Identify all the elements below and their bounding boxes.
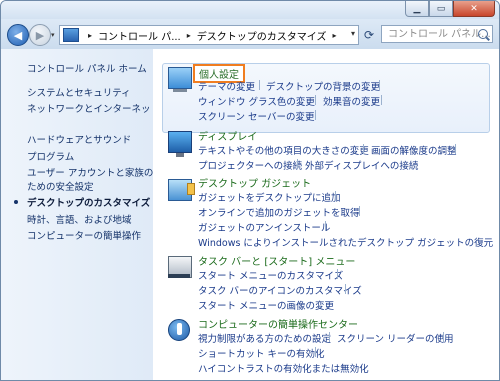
control-panel-icon — [63, 28, 79, 42]
link-customize-start-menu[interactable]: スタート メニューのカスタマイズ — [198, 268, 343, 282]
gadget-icon[interactable] — [168, 179, 195, 201]
back-button[interactable]: ◀ — [7, 24, 29, 46]
title-bar: ▁ ▭ ✕ — [1, 1, 499, 19]
recent-pages-dropdown[interactable]: ▾ — [51, 31, 55, 39]
gadgets-heading[interactable]: デスクトップ ガジェット — [198, 175, 311, 190]
link-window-glass-color[interactable]: ウィンドウ グラス色の変更 — [198, 94, 315, 108]
current-item-bullet — [14, 200, 18, 204]
taskbar-icon[interactable] — [168, 256, 192, 278]
link-shortcut-keys[interactable]: ショートカット キーの有効化 — [198, 346, 325, 360]
ease-of-access-icon[interactable] — [168, 319, 190, 341]
caption-buttons: ▁ ▭ ✕ — [405, 1, 495, 17]
sidebar-item-system-security[interactable]: システムとセキュリティ — [27, 85, 131, 99]
link-screen-resolution[interactable]: 画面の解像度の調整 — [371, 143, 457, 157]
sidebar-item-programs[interactable]: プログラム — [27, 149, 74, 163]
link-projector[interactable]: プロジェクターへの接続 — [198, 158, 302, 172]
breadcrumb-separator[interactable]: ▸ — [88, 31, 92, 40]
control-panel-window: ▁ ▭ ✕ ◀ ▶ ▾ ▸ コントロール パ... ▸ デスクトップのカスタマイ… — [0, 0, 500, 381]
taskbar-heading[interactable]: タスク バーと [スタート] メニュー — [198, 253, 355, 268]
link-vision-settings[interactable]: 視力制限がある方のための設定 — [198, 331, 331, 345]
link-separator — [363, 144, 364, 154]
ease-of-access-heading[interactable]: コンピューターの簡単操作センター — [198, 316, 358, 331]
link-screen-reader[interactable]: スクリーン リーダーの使用 — [337, 331, 454, 345]
link-change-background[interactable]: デスクトップの背景の変更 — [266, 79, 380, 93]
breadcrumb-separator[interactable]: ▸ — [187, 31, 191, 40]
sidebar-item-user-accounts[interactable]: ユーザー アカウントと家族の — [27, 165, 153, 179]
link-separator — [337, 269, 338, 279]
sidebar-item-user-accounts-line2[interactable]: ための安全設定 — [27, 179, 94, 193]
sidebar-item-hardware-sound[interactable]: ハードウェアとサウンド — [27, 132, 131, 146]
link-separator — [443, 332, 444, 342]
link-text-size[interactable]: テキストやその他の項目の大きさの変更 — [198, 143, 369, 157]
link-separator — [259, 80, 260, 90]
link-separator — [315, 347, 316, 357]
link-separator — [325, 221, 326, 231]
breadcrumb-desktop-customization[interactable]: デスクトップのカスタマイズ — [197, 28, 327, 43]
navigation-bar: ◀ ▶ ▾ ▸ コントロール パ... ▸ デスクトップのカスタマイズ ▸ ▾ … — [1, 19, 499, 49]
display-icon[interactable] — [168, 131, 192, 157]
link-get-gadgets-online[interactable]: オンラインで追加のガジェットを取得 — [198, 205, 360, 219]
link-separator — [329, 332, 330, 342]
sidebar-item-ease-of-access[interactable]: コンピューターの簡単操作 — [27, 228, 141, 242]
link-separator — [315, 110, 316, 120]
refresh-button[interactable]: ⟳ — [361, 28, 377, 42]
link-external-display[interactable]: 外部ディスプレイへの接続 — [305, 158, 418, 172]
link-separator — [335, 191, 336, 201]
close-button[interactable]: ✕ — [453, 1, 495, 17]
sidebar-item-network[interactable]: ネットワークとインターネット — [27, 101, 160, 115]
forward-button[interactable]: ▶ — [29, 24, 51, 46]
breadcrumb-control-panel[interactable]: コントロール パ... — [98, 28, 181, 43]
sidebar: コントロール パネル ホーム システムとセキュリティ ネットワークとインターネッ… — [1, 49, 160, 380]
search-box[interactable]: コントロール パネル... — [381, 25, 493, 43]
maximize-button[interactable]: ▭ — [429, 1, 453, 17]
link-customize-taskbar-icons[interactable]: タスク バーのアイコンのカスタマイズ — [198, 283, 362, 297]
address-dropdown-button[interactable]: ▾ — [351, 29, 355, 38]
address-bar[interactable]: ▸ コントロール パ... ▸ デスクトップのカスタマイズ ▸ ▾ — [59, 25, 359, 45]
sidebar-item-desktop-customization: デスクトップのカスタマイズ — [27, 198, 151, 209]
link-separator — [345, 284, 346, 294]
personalization-icon[interactable] — [168, 67, 192, 92]
search-icon[interactable] — [478, 29, 488, 39]
link-high-contrast[interactable]: ハイコントラストの有効化または無効化 — [198, 361, 369, 375]
sidebar-item-clock-language[interactable]: 時計、言語、および地域 — [27, 212, 132, 226]
link-uninstall-gadget[interactable]: ガジェットのアンインストール — [198, 220, 330, 234]
link-separator — [455, 144, 456, 154]
link-add-gadget[interactable]: ガジェットをデスクトップに追加 — [198, 190, 341, 204]
link-change-sounds[interactable]: 効果音の変更 — [323, 94, 380, 108]
link-separator — [359, 206, 360, 216]
breadcrumb-separator[interactable]: ▸ — [332, 31, 336, 40]
main-content: 個人設定 テーマの変更 デスクトップの背景の変更 ウィンドウ グラス色の変更 効… — [153, 49, 499, 380]
minimize-button[interactable]: ▁ — [405, 1, 429, 17]
sidebar-item-home[interactable]: コントロール パネル ホーム — [27, 61, 147, 75]
link-separator — [297, 159, 298, 169]
link-separator — [315, 95, 316, 105]
link-screen-saver[interactable]: スクリーン セーバーの変更 — [198, 109, 314, 123]
link-change-start-picture[interactable]: スタート メニューの画像の変更 — [198, 298, 334, 312]
link-restore-gadgets[interactable]: Windows によりインストールされたデスクトップ ガジェットの復元 — [198, 235, 493, 249]
link-change-theme[interactable]: テーマの変更 — [198, 79, 255, 93]
link-separator — [379, 80, 380, 90]
display-heading[interactable]: ディスプレイ — [198, 128, 257, 143]
search-placeholder: コントロール パネル... — [388, 29, 491, 40]
link-separator — [381, 95, 382, 105]
